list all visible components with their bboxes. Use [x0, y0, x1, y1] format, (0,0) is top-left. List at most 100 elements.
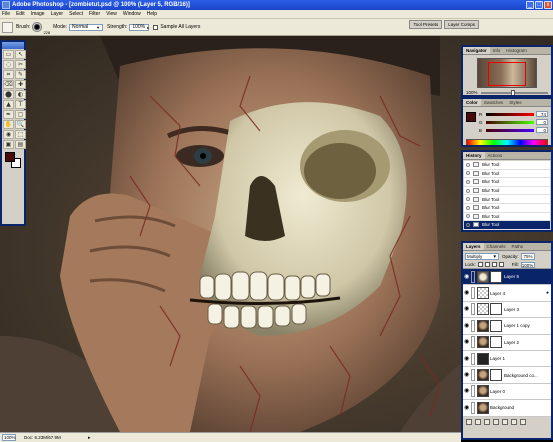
layer-link-box[interactable]: [471, 270, 475, 283]
lock-all-checkbox[interactable]: [498, 262, 504, 267]
status-zoom-field[interactable]: 100%: [2, 434, 16, 441]
menu-edit[interactable]: Edit: [16, 11, 25, 17]
new-group-button[interactable]: [502, 419, 508, 425]
add-mask-button[interactable]: [484, 419, 490, 425]
history-item[interactable]: Blur Tool: [464, 178, 550, 187]
history-source-icon[interactable]: [466, 205, 470, 210]
eye-icon[interactable]: ◉: [464, 322, 470, 329]
layer-row[interactable]: ◉ Layer 1 copy: [463, 318, 551, 335]
history-item[interactable]: Blur Tool: [464, 187, 550, 196]
tool-button-16[interactable]: ◉: [3, 130, 14, 139]
tool-button-0[interactable]: ▭: [3, 50, 14, 59]
color-spectrum[interactable]: [466, 139, 548, 145]
zoom-slider-knob[interactable]: [510, 89, 515, 95]
lock-image-checkbox[interactable]: [484, 262, 490, 267]
layer-link-box[interactable]: [471, 287, 475, 300]
layer-link-box[interactable]: [471, 336, 475, 349]
eye-icon[interactable]: ◉: [464, 273, 470, 280]
delete-layer-button[interactable]: [520, 419, 526, 425]
eye-icon[interactable]: ◉: [464, 388, 470, 394]
channel-slider[interactable]: [486, 112, 534, 116]
foreground-color-swatch[interactable]: [5, 152, 15, 162]
channel-value-field[interactable]: 74: [536, 111, 548, 117]
status-menu-arrow-icon[interactable]: ▸: [88, 435, 91, 441]
eye-icon[interactable]: ◉: [464, 372, 470, 378]
layer-row[interactable]: ◉ Background co...: [463, 367, 551, 384]
eye-icon[interactable]: ◉: [464, 290, 470, 296]
channel-slider[interactable]: [486, 128, 534, 132]
layer-row[interactable]: ◉ Layer 3: [463, 302, 551, 319]
new-layer-button[interactable]: [511, 419, 517, 425]
menu-image[interactable]: Image: [31, 11, 45, 17]
tool-button-1[interactable]: ↖: [15, 50, 26, 59]
history-source-icon[interactable]: [466, 222, 470, 227]
layer-link-box[interactable]: [471, 401, 475, 414]
menu-file[interactable]: File: [2, 11, 10, 17]
navigator-tab-histogram[interactable]: Histogram: [503, 47, 530, 54]
history-item[interactable]: Blur Tool: [464, 195, 550, 204]
tool-button-9[interactable]: ◐: [15, 90, 26, 99]
lock-transparent-checkbox[interactable]: [477, 262, 483, 267]
tool-button-4[interactable]: ⌗: [3, 70, 14, 79]
layer-mask-thumbnail[interactable]: [490, 369, 502, 382]
history-item[interactable]: Blur Tool: [464, 204, 550, 213]
tool-button-2[interactable]: ◌: [3, 60, 14, 69]
tool-button-19[interactable]: ▤: [15, 140, 26, 149]
layer-effects-icon[interactable]: ●: [546, 290, 549, 296]
layer-row[interactable]: ◉ Layer 5: [463, 269, 551, 286]
tool-preset-picker[interactable]: [2, 21, 13, 33]
minimize-button[interactable]: _: [526, 1, 534, 9]
color-tab-color[interactable]: Color: [463, 99, 481, 106]
channel-slider[interactable]: [486, 120, 534, 124]
tool-button-13[interactable]: ▢: [15, 110, 26, 119]
zoom-slider[interactable]: [480, 89, 548, 95]
menu-filter[interactable]: Filter: [89, 11, 100, 17]
history-item[interactable]: Blur Tool: [464, 170, 550, 179]
layer-link-box[interactable]: [471, 303, 475, 316]
opacity-field[interactable]: 75%: [520, 252, 535, 260]
history-item[interactable]: Blur Tool: [464, 161, 550, 170]
menu-view[interactable]: View: [106, 11, 117, 17]
sample-all-checkbox[interactable]: [153, 24, 159, 30]
navigator-thumbnail[interactable]: [477, 58, 537, 88]
layer-mask-thumbnail[interactable]: [490, 303, 502, 316]
layer-row[interactable]: ◉ Layer 2: [463, 335, 551, 351]
navigator-tab-navigator[interactable]: Navigator: [463, 47, 490, 54]
layer-mask-thumbnail[interactable]: [490, 336, 502, 349]
tool-button-14[interactable]: ✋: [3, 120, 14, 129]
history-source-icon[interactable]: [466, 188, 470, 193]
history-source-icon[interactable]: [466, 214, 470, 219]
strength-field[interactable]: 100% ▸: [129, 23, 150, 31]
history-source-icon[interactable]: [466, 179, 470, 184]
tool-button-8[interactable]: ⬤: [3, 90, 14, 99]
layer-link-box[interactable]: [471, 369, 475, 382]
menu-layer[interactable]: Layer: [51, 11, 64, 17]
tool-button-5[interactable]: ✎: [15, 70, 26, 79]
history-source-icon[interactable]: [466, 171, 470, 176]
layer-row[interactable]: ◉ Layer 0: [463, 384, 551, 401]
history-source-icon[interactable]: [466, 197, 470, 202]
history-tab-actions[interactable]: Actions: [485, 152, 506, 159]
layers-tab-layers[interactable]: Layers: [463, 243, 484, 250]
layer-link-box[interactable]: [471, 352, 475, 365]
tool-button-15[interactable]: 🔍: [15, 120, 26, 129]
tool-button-12[interactable]: ✒: [3, 110, 14, 119]
navigator-tab-info[interactable]: Info: [490, 47, 504, 54]
tool-button-3[interactable]: ✂: [15, 60, 26, 69]
toolbox-header[interactable]: [2, 42, 24, 49]
eye-icon[interactable]: ◉: [464, 404, 470, 411]
tool-button-17[interactable]: ⬚: [15, 130, 26, 139]
layer-mask-thumbnail[interactable]: [490, 319, 502, 332]
tool-button-6[interactable]: ⌫: [3, 80, 14, 89]
layers-tab-channels[interactable]: Channels: [484, 243, 509, 250]
mode-select[interactable]: Normal ▼: [69, 23, 104, 31]
close-button[interactable]: x: [544, 1, 552, 9]
layer-row[interactable]: ◉ Background: [463, 400, 551, 417]
history-source-icon[interactable]: [466, 162, 470, 167]
lock-position-checkbox[interactable]: [491, 262, 497, 267]
layers-tab-paths[interactable]: Paths: [509, 243, 527, 250]
eye-icon[interactable]: ◉: [464, 306, 470, 312]
menu-window[interactable]: Window: [123, 11, 141, 17]
layer-mask-thumbnail[interactable]: [490, 270, 502, 283]
navigator-zoom[interactable]: 100%: [466, 90, 478, 95]
